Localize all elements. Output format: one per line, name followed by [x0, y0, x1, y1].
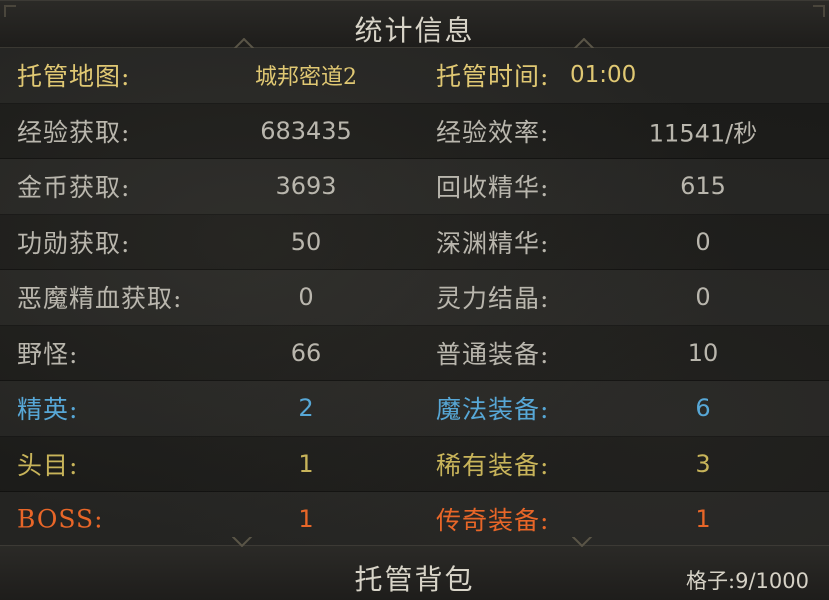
- stat-label-right: 回收精华:: [436, 173, 550, 203]
- corner-decoration: [4, 5, 16, 17]
- stat-value-right: 0: [695, 227, 711, 256]
- map-value: 城邦密道2: [255, 65, 357, 91]
- stat-value-left: 66: [290, 338, 322, 367]
- stat-label-right: 魔法装备:: [436, 395, 550, 425]
- stat-value-left: 50: [290, 227, 322, 256]
- stat-row: 功勋获取: 50 深渊精华: 0: [0, 215, 829, 270]
- stat-value-left: 3693: [275, 172, 337, 201]
- stat-value-left: 683435: [260, 116, 352, 145]
- stat-value-right: 11541/秒: [648, 119, 758, 148]
- stat-label-left: 经验获取:: [17, 117, 131, 147]
- stat-value-right: 615: [680, 172, 726, 201]
- stat-label-left: 野怪:: [17, 339, 79, 369]
- stat-label-left: 精英:: [17, 395, 79, 425]
- stat-label-left: 头目:: [17, 450, 79, 480]
- stat-label-left: 金币获取:: [17, 173, 131, 203]
- stat-row: 精英: 2 魔法装备: 6: [0, 381, 829, 437]
- stats-table: 托管地图: 城邦密道2 托管时间: 01:00 经验获取: 683435 经验效率:…: [0, 48, 829, 548]
- stat-row: 恶魔精血获取: 0 灵力结晶: 0: [0, 270, 829, 326]
- stat-label-left: BOSS:: [17, 504, 104, 534]
- map-label: 托管地图:: [17, 62, 131, 92]
- map-row: 托管地图: 城邦密道2 托管时间: 01:00: [0, 48, 829, 104]
- stat-value-left: 2: [298, 394, 314, 423]
- bag-capacity: 格子:9/1000: [686, 565, 809, 595]
- stat-value-left: 1: [298, 505, 314, 534]
- capacity-value: 9/1000: [735, 569, 809, 593]
- stat-label-right: 经验效率:: [436, 117, 550, 147]
- capacity-label: 格子:: [686, 569, 736, 593]
- stat-label-right: 深渊精华:: [436, 228, 550, 258]
- stat-row: 头目: 1 稀有装备: 3: [0, 437, 829, 492]
- stat-value-right: 1: [695, 505, 711, 534]
- stat-value-right: 3: [695, 449, 711, 478]
- stat-label-left: 恶魔精血获取:: [17, 284, 183, 314]
- stats-title: 统计信息: [354, 14, 475, 47]
- stat-label-left: 功勋获取:: [17, 228, 131, 258]
- bag-title-bar: 托管背包 格子:9/1000: [0, 545, 829, 600]
- stat-value-right: 6: [695, 394, 711, 423]
- stat-label-right: 普通装备:: [436, 339, 550, 369]
- stat-label-right: 传奇装备:: [436, 506, 550, 536]
- stat-value-right: 10: [687, 338, 719, 367]
- stats-title-bar: 统计信息: [0, 0, 829, 48]
- time-label: 托管时间:: [436, 62, 550, 92]
- ornament-icon: [572, 38, 594, 48]
- stat-row: 金币获取: 3693 回收精华: 615: [0, 159, 829, 215]
- stat-value-left: 1: [298, 449, 314, 478]
- stat-row: 野怪: 66 普通装备: 10: [0, 326, 829, 381]
- ornament-icon: [232, 537, 254, 547]
- auto-battle-stats-panel: 统计信息 托管地图: 城邦密道2 托管时间: 01:00 经验获取: 683435…: [0, 0, 829, 600]
- stat-label-right: 稀有装备:: [436, 450, 550, 480]
- stat-value-left: 0: [298, 283, 314, 312]
- stat-row: BOSS: 1 传奇装备: 1: [0, 492, 829, 548]
- stat-label-right: 灵力结晶:: [436, 284, 550, 314]
- stat-row: 经验获取: 683435 经验效率: 11541/秒: [0, 104, 829, 159]
- ornament-icon: [572, 537, 594, 547]
- corner-decoration: [813, 5, 825, 17]
- ornament-icon: [232, 38, 254, 48]
- time-value: 01:00: [570, 62, 637, 89]
- stat-value-right: 0: [695, 283, 711, 312]
